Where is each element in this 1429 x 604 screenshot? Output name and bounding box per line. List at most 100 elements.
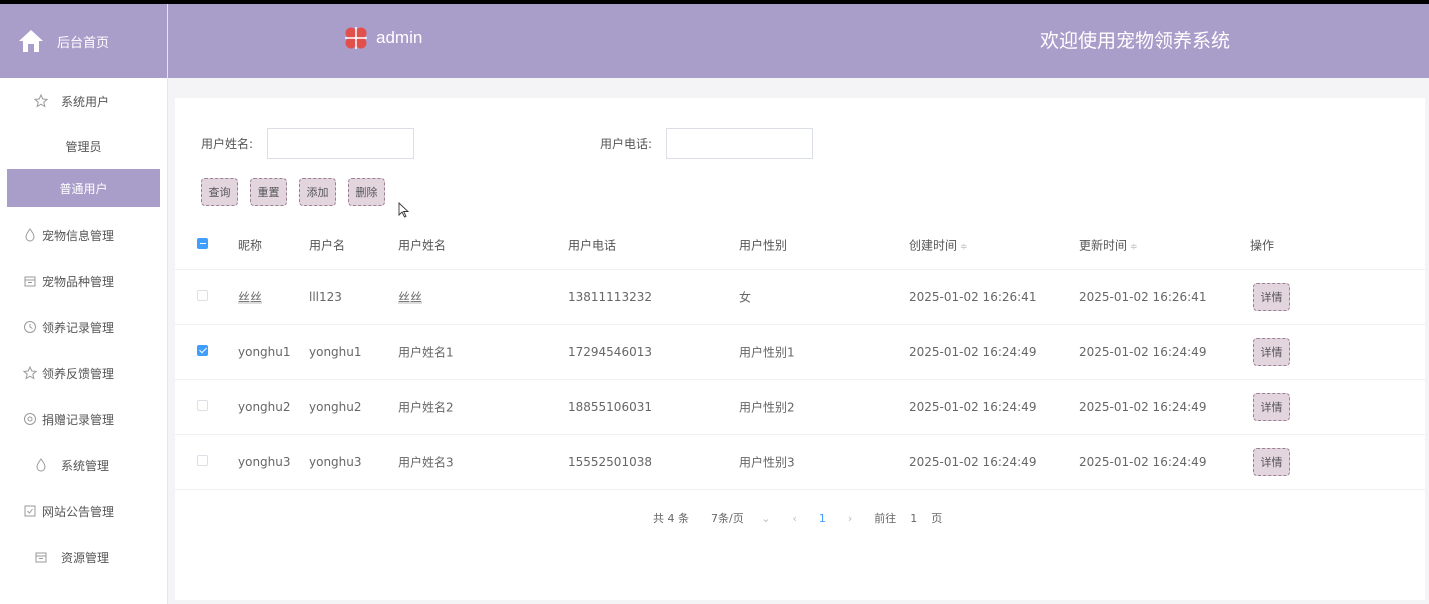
pagination: 共 4 条 7条/页 ⌄ ‹ 1 › 前往 1 页 xyxy=(653,510,942,526)
cell-gender: 用户性别1 xyxy=(739,345,795,360)
col-realname: 用户姓名 xyxy=(398,238,447,252)
user-table: 昵称 用户名 用户姓名 用户电话 用户性别 创建时间 ≑ 更新时间 ≑ 操作 丝丝 l… xyxy=(175,220,1425,490)
table-row: 丝丝 lll123 丝丝 13811113232 女 2025-01-02 16:26:4… xyxy=(175,270,1425,325)
check-square-icon xyxy=(22,503,38,519)
pager-current[interactable]: 1 xyxy=(819,512,826,525)
detail-button[interactable]: 详情 xyxy=(1253,393,1290,421)
table-body: 丝丝 lll123 丝丝 13811113232 女 2025-01-02 16:26:4… xyxy=(175,270,1425,490)
select-all-checkbox[interactable] xyxy=(197,237,208,252)
search-name-label: 用户姓名: xyxy=(201,137,254,151)
cell-updated: 2025-01-02 16:24:49 xyxy=(1079,400,1207,414)
col-updated[interactable]: 更新时间 ≑ xyxy=(1079,236,1138,253)
menu-donation-record[interactable]: 捐赠记录管理 xyxy=(0,396,167,442)
menu-adopt-feedback[interactable]: 领养反馈管理 xyxy=(0,350,167,396)
menu-adopt-record[interactable]: 领养记录管理 xyxy=(0,304,167,350)
star-icon xyxy=(33,93,49,109)
home-label: 后台首页 xyxy=(57,35,110,51)
cell-realname: 丝丝 xyxy=(398,290,423,305)
sidebar: 后台首页 系统用户 管理员 普通用户 宠物信息管理 宠物品种管理 领养记录管理 … xyxy=(0,4,168,604)
table-header: 昵称 用户名 用户姓名 用户电话 用户性别 创建时间 ≑ 更新时间 ≑ 操作 xyxy=(175,220,1425,270)
col-username: 用户名 xyxy=(309,238,346,252)
circle-icon xyxy=(22,411,38,427)
pager-size-select[interactable]: 7条/页 ⌄ xyxy=(711,510,770,526)
pager-size: 7条/页 xyxy=(711,512,744,525)
row-checkbox[interactable] xyxy=(197,345,208,359)
row-action: 详情 xyxy=(1253,393,1290,421)
search-name-group: 用户姓名: xyxy=(201,128,415,159)
detail-button[interactable]: 详情 xyxy=(1253,338,1290,366)
menu-resource-manage[interactable]: 资源管理 xyxy=(0,534,167,580)
home-icon xyxy=(16,26,46,56)
cell-gender: 用户性别3 xyxy=(739,455,795,470)
menu-label: 领养反馈管理 xyxy=(42,366,115,381)
topbar: admin 欢迎使用宠物领养系统 xyxy=(168,4,1429,78)
action-buttons: 查询 重置 添加 删除 xyxy=(201,178,397,206)
table-row: yonghu3 yonghu3 用户姓名3 15552501038 用户性别3 2025-… xyxy=(175,435,1425,490)
pager-prev[interactable]: ‹ xyxy=(792,512,796,525)
cell-updated: 2025-01-02 16:24:49 xyxy=(1079,345,1207,359)
pager-goto-label: 前往 xyxy=(874,512,897,525)
main-card: 用户姓名: 用户电话: 查询 重置 添加 删除 昵称 用户名 用户姓名 用户电话… xyxy=(175,98,1425,600)
star-icon xyxy=(22,365,38,381)
cell-updated: 2025-01-02 16:24:49 xyxy=(1079,455,1207,469)
search-phone-group: 用户电话: xyxy=(600,128,814,159)
row-checkbox[interactable] xyxy=(197,455,208,469)
reset-button[interactable]: 重置 xyxy=(250,178,287,206)
menu-label: 捐赠记录管理 xyxy=(42,412,115,427)
table-row: yonghu1 yonghu1 用户姓名1 17294546013 用户性别1 2025-… xyxy=(175,325,1425,380)
detail-button[interactable]: 详情 xyxy=(1253,448,1290,476)
detail-button[interactable]: 详情 xyxy=(1253,283,1290,311)
logo-icon xyxy=(344,26,368,50)
pager-next[interactable]: › xyxy=(848,512,852,525)
add-button[interactable]: 添加 xyxy=(299,178,336,206)
row-action: 详情 xyxy=(1253,338,1290,366)
cell-created: 2025-01-02 16:24:49 xyxy=(909,455,1037,469)
cell-created: 2025-01-02 16:24:49 xyxy=(909,400,1037,414)
search-phone-input[interactable] xyxy=(666,128,814,159)
menu-pet-info[interactable]: 宠物信息管理 xyxy=(0,212,167,258)
cell-gender: 用户性别2 xyxy=(739,400,795,415)
pager-goto-input[interactable]: 1 xyxy=(910,512,917,525)
drop-icon xyxy=(33,457,49,473)
pager-goto: 前往 1 页 xyxy=(874,510,942,526)
row-action: 详情 xyxy=(1253,448,1290,476)
cell-phone: 18855106031 xyxy=(568,400,652,414)
table-row: yonghu2 yonghu2 用户姓名2 18855106031 用户性别2 2025-… xyxy=(175,380,1425,435)
cell-nickname: yonghu3 xyxy=(238,455,291,469)
col-gender: 用户性别 xyxy=(739,238,788,252)
cell-created: 2025-01-02 16:26:41 xyxy=(909,290,1037,304)
row-checkbox[interactable] xyxy=(197,290,208,304)
menu-pet-breed[interactable]: 宠物品种管理 xyxy=(0,258,167,304)
cell-realname: 用户姓名2 xyxy=(398,400,454,415)
chevron-down-icon: ⌄ xyxy=(761,512,771,525)
mouse-cursor-icon xyxy=(398,201,410,221)
sub-item-normal-user[interactable]: 普通用户 xyxy=(7,169,160,207)
menu-label: 网站公告管理 xyxy=(42,504,115,519)
menu-label: 宠物品种管理 xyxy=(42,274,115,289)
menu-system-manage[interactable]: 系统管理 xyxy=(0,442,167,488)
pager-goto-suffix: 页 xyxy=(931,512,943,525)
clock-icon xyxy=(22,319,38,335)
cell-nickname: 丝丝 xyxy=(238,290,263,305)
cell-updated: 2025-01-02 16:26:41 xyxy=(1079,290,1207,304)
cell-nickname: yonghu2 xyxy=(238,400,291,414)
cell-username: yonghu1 xyxy=(309,345,362,359)
row-checkbox[interactable] xyxy=(197,400,208,414)
cell-username: yonghu3 xyxy=(309,455,362,469)
col-created[interactable]: 创建时间 ≑ xyxy=(909,236,968,253)
sort-icon: ≑ xyxy=(960,242,968,252)
query-button[interactable]: 查询 xyxy=(201,178,238,206)
sidebar-home[interactable]: 后台首页 xyxy=(0,4,167,78)
menu-site-notice[interactable]: 网站公告管理 xyxy=(0,488,167,534)
row-action: 详情 xyxy=(1253,283,1290,311)
search-name-input[interactable] xyxy=(267,128,415,159)
sub-item-admin[interactable]: 管理员 xyxy=(0,124,167,169)
delete-button[interactable]: 删除 xyxy=(348,178,385,206)
menu-label: 系统管理 xyxy=(61,458,110,473)
welcome-title: 欢迎使用宠物领养系统 xyxy=(1040,30,1231,52)
brand: admin xyxy=(344,26,422,50)
brand-name: admin xyxy=(376,28,423,47)
menu-system-users[interactable]: 系统用户 xyxy=(0,78,167,124)
menu-label: 资源管理 xyxy=(61,550,110,565)
cell-phone: 17294546013 xyxy=(568,345,652,359)
